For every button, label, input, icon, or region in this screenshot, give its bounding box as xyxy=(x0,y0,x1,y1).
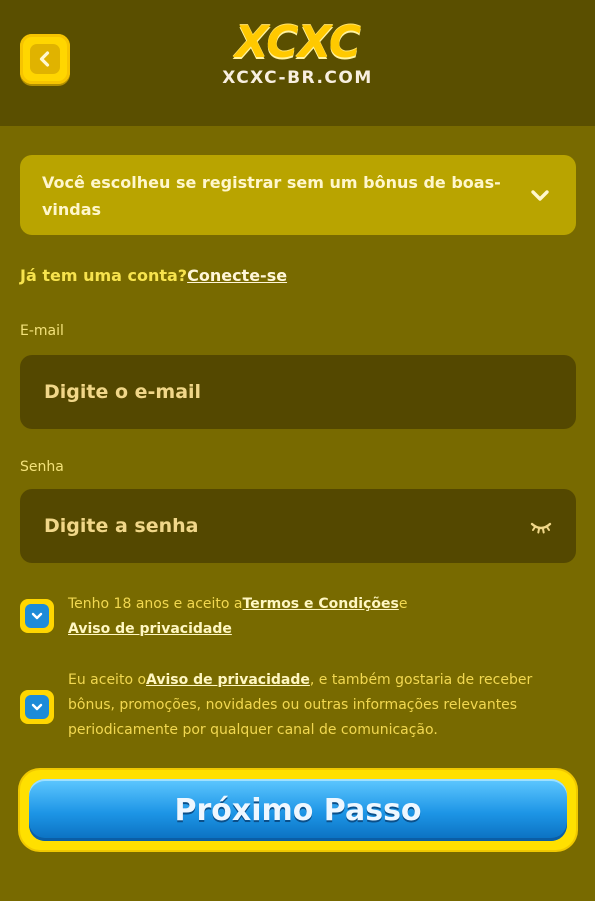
terms-checkbox[interactable] xyxy=(20,599,54,633)
login-link[interactable]: Conecte-se xyxy=(187,266,287,285)
checkmark-icon xyxy=(25,695,49,719)
chevron-left-icon xyxy=(30,44,60,74)
terms-text-before: Tenho 18 anos e aceito a xyxy=(68,596,243,612)
login-prompt-text: Já tem uma conta? xyxy=(20,266,188,285)
brand-domain: XCXC-BR.COM xyxy=(222,68,373,88)
email-field[interactable] xyxy=(20,355,576,429)
email-field-box xyxy=(20,355,576,429)
chevron-down-icon xyxy=(531,190,549,201)
eye-closed-icon[interactable] xyxy=(530,515,552,537)
marketing-consent-text: Eu aceito oAviso de privacidade, e també… xyxy=(68,668,576,743)
privacy-link[interactable]: Aviso de privacidade xyxy=(68,621,232,637)
registration-page: XCXC XCXC-BR.COM Você escolheu se regist… xyxy=(0,0,595,901)
back-button[interactable] xyxy=(20,34,70,84)
bonus-selector[interactable]: Você escolheu se registrar sem um bônus … xyxy=(20,155,576,235)
brand: XCXC XCXC-BR.COM xyxy=(190,17,405,89)
password-field-box xyxy=(20,489,576,563)
marketing-consent-row: Eu aceito oAviso de privacidade, e també… xyxy=(20,668,576,748)
marketing-text-before: Eu aceito o xyxy=(68,672,147,688)
email-label: E-mail xyxy=(20,323,64,339)
brand-logo: XCXC xyxy=(234,17,361,68)
bonus-selector-text: Você escolheu se registrar sem um bônus … xyxy=(42,173,501,219)
marketing-privacy-link[interactable]: Aviso de privacidade xyxy=(146,672,310,688)
login-prompt: Já tem uma conta?Conecte-se xyxy=(20,266,287,285)
checkmark-icon xyxy=(25,604,49,628)
next-step-button-label: Próximo Passo xyxy=(29,779,567,841)
next-step-button[interactable]: Próximo Passo xyxy=(20,770,576,850)
password-field[interactable] xyxy=(20,489,576,563)
header-bar: XCXC XCXC-BR.COM xyxy=(0,0,595,126)
terms-consent-text: Tenho 18 anos e aceito aTermos e Condiçõ… xyxy=(68,592,576,642)
password-label: Senha xyxy=(20,459,64,475)
marketing-checkbox[interactable] xyxy=(20,690,54,724)
terms-link[interactable]: Termos e Condições xyxy=(243,596,399,612)
terms-consent-row: Tenho 18 anos e aceito aTermos e Condiçõ… xyxy=(20,592,576,648)
terms-text-mid: e xyxy=(398,596,408,612)
